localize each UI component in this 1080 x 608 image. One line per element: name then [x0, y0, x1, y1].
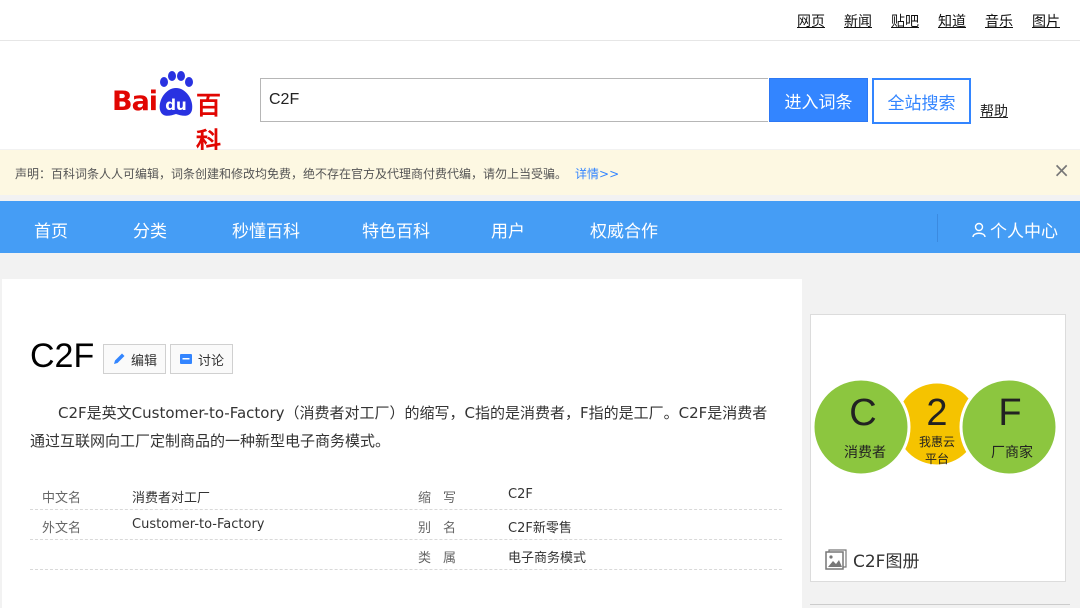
diagram-f-letter: F: [998, 392, 1021, 434]
info-key: 类属: [418, 551, 469, 566]
discuss-button-label: 讨论: [198, 353, 225, 369]
nav-item-miaodong[interactable]: 秒懂百科: [232, 217, 300, 242]
album-label: C2F图册: [853, 552, 920, 572]
nav-item-home[interactable]: 首页: [34, 217, 68, 242]
info-row: 中文名 消费者对工厂 缩写 C2F: [30, 480, 782, 510]
baidu-baike-logo[interactable]: Bai du 百科: [112, 66, 244, 156]
logo-baike-text: 百科: [196, 91, 222, 156]
entry-image-card: C 消费者 2 我惠云 平台 F 厂商家 C2F图册: [810, 314, 1066, 582]
nav-item-cooperation[interactable]: 权威合作: [590, 217, 658, 242]
info-row: 类属 电子商务模式: [30, 540, 782, 570]
info-key: 别名: [418, 521, 469, 536]
info-row: 外文名 Customer-to-Factory 别名 C2F新零售: [30, 510, 782, 540]
info-value: Customer-to-Factory: [132, 517, 265, 532]
top-link-zhidao[interactable]: 知道: [938, 11, 966, 31]
user-center-label: 个人中心: [990, 222, 1058, 242]
diagram-f-label: 厂商家: [991, 444, 1033, 461]
user-center-link[interactable]: 个人中心: [972, 217, 1058, 242]
header: Bai du 百科 进入词条 全站搜索 帮助: [0, 41, 1080, 156]
entry-summary: C2F是英文Customer-to-Factory（消费者对工厂）的缩写，C指的…: [30, 404, 768, 450]
info-value: 电子商务模式: [508, 551, 587, 566]
pencil-icon: [114, 353, 125, 364]
top-nav: 网页 新闻 贴吧 知道 音乐 图片: [0, 0, 1080, 41]
top-link-tieba[interactable]: 贴吧: [891, 11, 919, 31]
top-link-web[interactable]: 网页: [797, 11, 825, 31]
main-nav: 首页 分类 秒懂百科 特色百科 用户 权威合作 个人中心: [0, 201, 1080, 253]
discuss-button[interactable]: 讨论: [170, 344, 234, 374]
search-input[interactable]: [260, 78, 768, 122]
page-title: C2F: [30, 337, 95, 375]
top-link-images[interactable]: 图片: [1032, 11, 1060, 31]
image-album-link[interactable]: C2F图册: [825, 547, 919, 572]
diagram-2-letter: 2: [926, 392, 947, 434]
baidu-paw-icon: du: [159, 71, 193, 116]
info-value: 消费者对工厂: [132, 491, 211, 506]
enter-entry-button[interactable]: 进入词条: [769, 78, 868, 122]
c2f-diagram-image[interactable]: C 消费者 2 我惠云 平台 F 厂商家: [811, 315, 1065, 525]
info-key: 外文名: [42, 521, 82, 536]
edit-button-label: 编辑: [131, 353, 158, 369]
diagram-2-label-2: 平台: [925, 451, 949, 466]
notice-text-wrap: 声明：百科词条人人可编辑，词条创建和修改均免费，绝不存在官方及代理商付费代编，请…: [15, 165, 619, 182]
info-value: C2F新零售: [508, 521, 572, 536]
image-icon: [825, 548, 847, 570]
nav-item-featured[interactable]: 特色百科: [362, 217, 430, 242]
nav-item-category[interactable]: 分类: [133, 217, 167, 242]
site-search-button[interactable]: 全站搜索: [872, 78, 971, 124]
diagram-c-letter: C: [849, 392, 876, 434]
notice-text: 声明：百科词条人人可编辑，词条创建和修改均免费，绝不存在官方及代理商付费代编，请…: [15, 167, 568, 181]
help-link[interactable]: 帮助: [980, 101, 1008, 121]
info-key: 缩写: [418, 491, 469, 506]
notice-details-link[interactable]: 详情>>: [575, 167, 619, 181]
diagram-2-label-1: 我惠云: [919, 435, 955, 449]
logo-bai-text: Bai: [112, 86, 158, 117]
basic-info-table: 中文名 消费者对工厂 缩写 C2F 外文名 Customer-to-Factor…: [30, 480, 782, 570]
top-link-music[interactable]: 音乐: [985, 11, 1013, 31]
edit-button[interactable]: 编辑: [103, 344, 167, 374]
entry-content: C2F 编辑 讨论 C2F是英文Customer-to-Factory（消费者对…: [2, 279, 802, 608]
notice-bar: 声明：百科词条人人可编辑，词条创建和修改均免费，绝不存在官方及代理商付费代编，请…: [0, 150, 1080, 195]
discussion-icon: [180, 354, 192, 364]
top-link-news[interactable]: 新闻: [844, 11, 872, 31]
user-icon: [972, 222, 986, 237]
nav-separator: [937, 214, 938, 242]
nav-item-users[interactable]: 用户: [491, 217, 525, 242]
logo-du-text: du: [165, 96, 186, 114]
notice-close-icon[interactable]: ×: [1053, 159, 1070, 181]
info-key: 中文名: [42, 491, 82, 506]
diagram-c-label: 消费者: [844, 445, 886, 461]
top-links: 网页 新闻 贴吧 知道 音乐 图片: [797, 11, 1060, 31]
sidebar-divider: [810, 604, 1070, 605]
info-value: C2F: [508, 487, 533, 502]
